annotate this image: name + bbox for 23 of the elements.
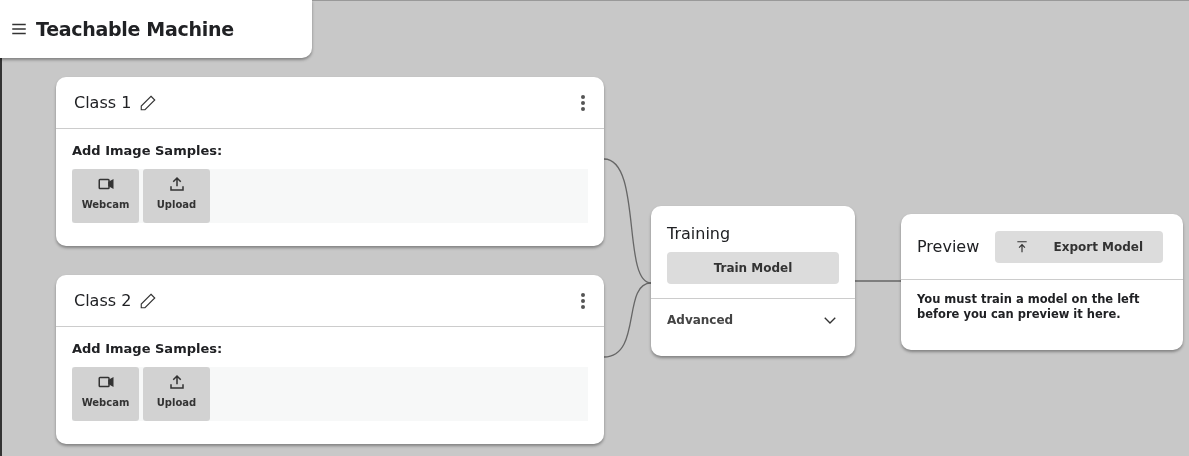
- webcam-button[interactable]: Webcam: [72, 168, 139, 223]
- card-title: Preview: [917, 235, 980, 258]
- upload-icon: [167, 174, 186, 193]
- class-name: Class 2: [74, 289, 132, 312]
- more-options-icon[interactable]: [580, 93, 586, 112]
- card-title: Training: [666, 223, 732, 245]
- train-model-button[interactable]: Train Model: [667, 252, 839, 284]
- webcam-button[interactable]: Webcam: [72, 366, 139, 421]
- advanced-toggle[interactable]: Advanced: [651, 298, 855, 341]
- app-title: Teachable Machine: [36, 16, 234, 42]
- samples-label: Add Image Samples:: [71, 142, 224, 160]
- upload-button[interactable]: Upload: [143, 366, 210, 421]
- export-icon: [1015, 239, 1030, 254]
- connector-line: [854, 280, 902, 282]
- preview-message: You must train a model on the left before you can preview it here.: [916, 291, 1141, 323]
- class-name: Class 1: [74, 91, 132, 114]
- upload-button[interactable]: Upload: [143, 168, 210, 223]
- more-options-icon[interactable]: [580, 291, 586, 310]
- export-model-button[interactable]: Export Model: [995, 230, 1164, 263]
- pencil-icon[interactable]: [139, 291, 158, 310]
- upload-icon: [167, 372, 186, 391]
- samples-label: Add Image Samples:: [71, 340, 224, 358]
- pencil-icon[interactable]: [139, 93, 158, 112]
